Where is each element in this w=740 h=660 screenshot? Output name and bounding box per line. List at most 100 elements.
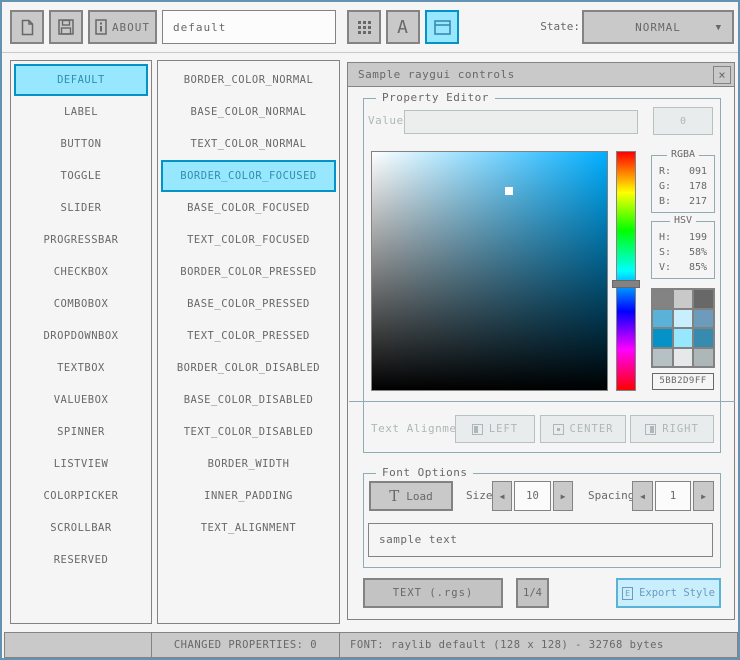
list-item-toggle[interactable]: TOGGLE	[14, 160, 148, 192]
r-value: 091	[688, 166, 707, 177]
list-item-text_color_normal[interactable]: TEXT_COLOR_NORMAL	[161, 128, 336, 160]
palette-swatch-3-2[interactable]	[694, 348, 713, 366]
list-item-colorpicker[interactable]: COLORPICKER	[14, 480, 148, 512]
style-color-palette	[651, 288, 715, 368]
list-item-base_color_pressed[interactable]: BASE_COLOR_PRESSED	[161, 288, 336, 320]
spacing-decrease-button[interactable]: ◀	[632, 481, 653, 511]
size-value[interactable]: 10	[514, 481, 551, 511]
palette-swatch-2-0[interactable]	[653, 329, 672, 347]
property-editor-group-label: Property Editor	[376, 91, 495, 104]
hsv-v-row: V: 85%	[659, 262, 707, 273]
palette-swatch-1-2[interactable]	[694, 309, 713, 327]
hex-color-value: 5BB2D9FF	[652, 373, 714, 390]
list-item-checkbox[interactable]: CHECKBOX	[14, 256, 148, 288]
status-changed-properties: CHANGED PROPERTIES: 0	[151, 632, 340, 658]
info-icon	[95, 19, 107, 35]
h-value: 199	[688, 232, 707, 243]
value-apply-button[interactable]: 0	[653, 107, 713, 135]
align-right-icon	[645, 423, 657, 435]
list-item-border_color_normal[interactable]: BORDER_COLOR_NORMAL	[161, 64, 336, 96]
list-item-reserved[interactable]: RESERVED	[14, 544, 148, 576]
list-item-default[interactable]: DEFAULT	[14, 64, 148, 96]
list-item-border_color_disabled[interactable]: BORDER_COLOR_DISABLED	[161, 352, 336, 384]
list-item-combobox[interactable]: COMBOBOX	[14, 288, 148, 320]
list-item-inner_padding[interactable]: INNER_PADDING	[161, 480, 336, 512]
palette-swatch-1-0[interactable]	[653, 309, 672, 327]
arrow-right-icon: ▶	[560, 491, 566, 501]
list-item-text_color_disabled[interactable]: TEXT_COLOR_DISABLED	[161, 416, 336, 448]
align-center-icon	[552, 423, 564, 435]
controls-view-toggle[interactable]	[425, 10, 459, 44]
hsv-h-row: H: 199	[659, 232, 707, 243]
rgba-group-label: RGBA	[666, 149, 700, 160]
close-button[interactable]: ×	[713, 66, 731, 84]
palette-swatch-3-1[interactable]	[673, 348, 693, 366]
list-item-text_alignment[interactable]: TEXT_ALIGNMENT	[161, 512, 336, 544]
list-item-label[interactable]: LABEL	[14, 96, 148, 128]
new-style-button[interactable]	[10, 10, 44, 44]
list-item-border_color_focused[interactable]: BORDER_COLOR_FOCUSED	[161, 160, 336, 192]
spacing-increase-button[interactable]: ▶	[693, 481, 714, 511]
list-item-border_width[interactable]: BORDER_WIDTH	[161, 448, 336, 480]
sample-window-titlebar: Sample raygui controls ×	[348, 63, 734, 87]
font-load-button[interactable]: T Load	[369, 481, 453, 511]
new-file-icon	[20, 19, 35, 36]
list-item-progressbar[interactable]: PROGRESSBAR	[14, 224, 148, 256]
hue-bar[interactable]	[616, 151, 636, 391]
hue-slider-handle[interactable]	[612, 280, 640, 288]
grid-icon	[357, 20, 371, 34]
export-style-button[interactable]: E Export Style	[616, 578, 721, 608]
about-button-label: ABOUT	[111, 20, 151, 34]
palette-swatch-0-1[interactable]	[673, 290, 693, 308]
list-item-base_color_focused[interactable]: BASE_COLOR_FOCUSED	[161, 192, 336, 224]
style-name-input[interactable]	[162, 10, 336, 44]
grid-view-toggle[interactable]	[347, 10, 381, 44]
align-right-button[interactable]: RIGHT	[630, 415, 714, 443]
align-left-button[interactable]: LEFT	[455, 415, 535, 443]
palette-swatch-0-2[interactable]	[694, 290, 713, 308]
b-value: 217	[688, 196, 707, 207]
format-pager-button[interactable]: 1/4	[516, 578, 549, 608]
palette-swatch-2-1[interactable]	[673, 329, 693, 347]
status-cell-empty	[4, 632, 152, 658]
about-button[interactable]: ABOUT	[88, 10, 157, 44]
align-center-button[interactable]: CENTER	[540, 415, 626, 443]
window-panel-icon	[433, 19, 451, 35]
font-view-toggle[interactable]: A	[386, 10, 420, 44]
status-font-info: FONT: raylib default (128 x 128) - 32768…	[339, 632, 738, 658]
list-item-border_color_pressed[interactable]: BORDER_COLOR_PRESSED	[161, 256, 336, 288]
palette-swatch-0-0[interactable]	[653, 290, 672, 308]
sample-text-input[interactable]: sample text	[368, 523, 713, 557]
size-increase-button[interactable]: ▶	[553, 481, 573, 511]
color-selector-marker[interactable]	[505, 187, 513, 195]
palette-swatch-1-1[interactable]	[673, 309, 693, 327]
palette-swatch-2-2[interactable]	[694, 329, 713, 347]
spacing-value[interactable]: 1	[655, 481, 691, 511]
save-icon	[58, 19, 74, 35]
palette-swatch-3-0[interactable]	[653, 348, 672, 366]
arrow-left-icon: ◀	[499, 491, 505, 501]
list-item-dropdownbox[interactable]: DROPDOWNBOX	[14, 320, 148, 352]
sample-text-value: sample text	[379, 533, 458, 546]
rguistyler-window: ABOUT A State: NORMAL ▼ DEFAULTLABELBUTT…	[0, 0, 740, 660]
font-t-icon: T	[389, 486, 400, 505]
list-item-base_color_normal[interactable]: BASE_COLOR_NORMAL	[161, 96, 336, 128]
size-decrease-button[interactable]: ◀	[492, 481, 512, 511]
list-item-spinner[interactable]: SPINNER	[14, 416, 148, 448]
list-item-textbox[interactable]: TEXTBOX	[14, 352, 148, 384]
list-item-valuebox[interactable]: VALUEBOX	[14, 384, 148, 416]
list-item-base_color_disabled[interactable]: BASE_COLOR_DISABLED	[161, 384, 336, 416]
export-format-button[interactable]: TEXT (.rgs)	[363, 578, 503, 608]
color-saturation-value-panel[interactable]	[371, 151, 608, 391]
rgba-b-row: B: 217	[659, 196, 707, 207]
list-item-text_color_pressed[interactable]: TEXT_COLOR_PRESSED	[161, 320, 336, 352]
list-item-slider[interactable]: SLIDER	[14, 192, 148, 224]
list-item-scrollbar[interactable]: SCROLLBAR	[14, 512, 148, 544]
value-input[interactable]	[404, 110, 638, 134]
list-item-text_color_focused[interactable]: TEXT_COLOR_FOCUSED	[161, 224, 336, 256]
s-value: 58%	[688, 247, 707, 258]
list-item-button[interactable]: BUTTON	[14, 128, 148, 160]
save-style-button[interactable]	[49, 10, 83, 44]
list-item-listview[interactable]: LISTVIEW	[14, 448, 148, 480]
state-dropdown[interactable]: NORMAL ▼	[582, 10, 734, 44]
